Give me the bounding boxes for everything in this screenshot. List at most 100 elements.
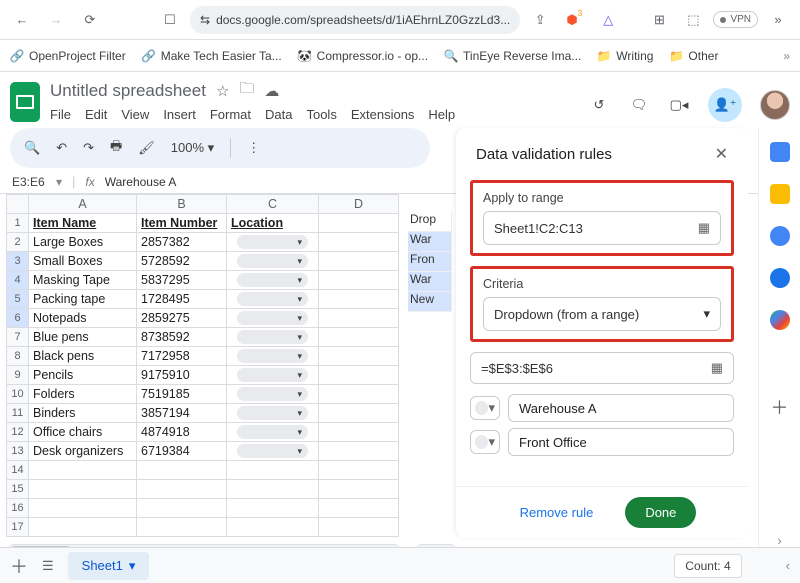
- row-header[interactable]: 16: [7, 499, 29, 518]
- select-all-cell[interactable]: [7, 195, 29, 214]
- cell[interactable]: [137, 518, 227, 537]
- cell[interactable]: [319, 442, 399, 461]
- cell[interactable]: 6719384: [137, 442, 227, 461]
- menu-tools[interactable]: Tools: [306, 107, 336, 122]
- vpn-badge[interactable]: VPN: [713, 11, 758, 28]
- explore-icon[interactable]: ‹: [786, 558, 790, 573]
- bookmark-item[interactable]: 🔗OpenProject Filter: [10, 49, 126, 63]
- cell[interactable]: Folders: [29, 385, 137, 404]
- url-bar[interactable]: ⇆ docs.google.com/spreadsheets/d/1iAEhrn…: [190, 6, 520, 34]
- grid-select-icon[interactable]: ▦: [698, 220, 710, 236]
- cell[interactable]: [137, 499, 227, 518]
- row-header[interactable]: 12: [7, 423, 29, 442]
- keep-icon[interactable]: [770, 184, 790, 204]
- cell[interactable]: [319, 366, 399, 385]
- menu-help[interactable]: Help: [428, 107, 455, 122]
- cell[interactable]: [29, 499, 137, 518]
- cell[interactable]: [227, 461, 319, 480]
- row-header[interactable]: 14: [7, 461, 29, 480]
- bookmarks-overflow[interactable]: »: [783, 49, 790, 63]
- extension-icon[interactable]: ⊞: [645, 6, 673, 34]
- cell[interactable]: [319, 233, 399, 252]
- cell[interactable]: Small Boxes: [29, 252, 137, 271]
- remove-rule-button[interactable]: Remove rule: [508, 497, 606, 528]
- cell[interactable]: [319, 328, 399, 347]
- cell[interactable]: Masking Tape: [29, 271, 137, 290]
- bookmark-folder[interactable]: 📁Writing: [597, 49, 653, 63]
- row-header[interactable]: 5: [7, 290, 29, 309]
- cell[interactable]: [319, 385, 399, 404]
- cell[interactable]: 4874918: [137, 423, 227, 442]
- grid-select-icon[interactable]: ▦: [711, 360, 723, 376]
- dropdown-cell[interactable]: [227, 442, 319, 461]
- cell[interactable]: [319, 518, 399, 537]
- back-button[interactable]: ←: [8, 6, 36, 34]
- cell[interactable]: [29, 461, 137, 480]
- cell[interactable]: [319, 271, 399, 290]
- cell[interactable]: 7519185: [137, 385, 227, 404]
- dropdown-cell[interactable]: [227, 252, 319, 271]
- row-header[interactable]: 15: [7, 480, 29, 499]
- bookmark-folder[interactable]: 📁Other: [669, 49, 718, 63]
- forward-button[interactable]: →: [42, 6, 70, 34]
- dropdown-cell[interactable]: [227, 328, 319, 347]
- cell[interactable]: [319, 480, 399, 499]
- selection-count[interactable]: Count: 4: [674, 554, 741, 578]
- cell[interactable]: [319, 347, 399, 366]
- row-header[interactable]: 9: [7, 366, 29, 385]
- cell[interactable]: 2859275: [137, 309, 227, 328]
- menu-data[interactable]: Data: [265, 107, 292, 122]
- apply-range-input[interactable]: Sheet1!C2:C13 ▦: [483, 211, 721, 245]
- row-header[interactable]: 17: [7, 518, 29, 537]
- col-header[interactable]: D: [319, 195, 399, 214]
- share-button[interactable]: 👤⁺: [708, 88, 742, 122]
- cell[interactable]: Fron: [408, 252, 452, 272]
- cell[interactable]: 3857194: [137, 404, 227, 423]
- star-icon[interactable]: ☆: [216, 82, 229, 100]
- paint-format-icon[interactable]: 🖌: [138, 140, 155, 156]
- cell[interactable]: Packing tape: [29, 290, 137, 309]
- option-color-picker[interactable]: ▾: [470, 396, 500, 420]
- cell[interactable]: [319, 499, 399, 518]
- menu-edit[interactable]: Edit: [85, 107, 107, 122]
- comments-icon[interactable]: 🗨: [628, 94, 650, 116]
- tasks-icon[interactable]: [770, 226, 790, 246]
- cell[interactable]: 2857382: [137, 233, 227, 252]
- cell[interactable]: 5837295: [137, 271, 227, 290]
- row-header[interactable]: 11: [7, 404, 29, 423]
- cell[interactable]: Binders: [29, 404, 137, 423]
- cloud-status-icon[interactable]: ☁: [264, 82, 279, 100]
- redo-icon[interactable]: ↷: [83, 140, 94, 156]
- row-header[interactable]: 13: [7, 442, 29, 461]
- close-icon[interactable]: ✕: [715, 144, 728, 164]
- dropdown-cell[interactable]: [227, 271, 319, 290]
- menu-insert[interactable]: Insert: [163, 107, 196, 122]
- col-header[interactable]: C: [227, 195, 319, 214]
- menu-view[interactable]: View: [121, 107, 149, 122]
- row-header[interactable]: 7: [7, 328, 29, 347]
- cell[interactable]: Black pens: [29, 347, 137, 366]
- cell[interactable]: 8738592: [137, 328, 227, 347]
- doc-title[interactable]: Untitled spreadsheet: [50, 81, 206, 101]
- add-sheet-icon[interactable]: ＋: [10, 553, 28, 579]
- dropdown-cell[interactable]: [227, 423, 319, 442]
- move-icon[interactable]: 🗀: [239, 78, 254, 103]
- reload-button[interactable]: ⟳: [76, 6, 104, 34]
- download-icon[interactable]: ⬚: [679, 6, 707, 34]
- cell[interactable]: [29, 480, 137, 499]
- cell[interactable]: [319, 404, 399, 423]
- cell[interactable]: Office chairs: [29, 423, 137, 442]
- menu-extensions[interactable]: Extensions: [351, 107, 415, 122]
- row-header[interactable]: 3: [7, 252, 29, 271]
- share-icon[interactable]: ⇪: [526, 6, 554, 34]
- cell[interactable]: New: [408, 292, 452, 312]
- menu-file[interactable]: File: [50, 107, 71, 122]
- done-button[interactable]: Done: [625, 497, 696, 528]
- contacts-icon[interactable]: [770, 268, 790, 288]
- cell[interactable]: Notepads: [29, 309, 137, 328]
- row-header[interactable]: 4: [7, 271, 29, 290]
- cell[interactable]: [227, 480, 319, 499]
- criteria-select[interactable]: Dropdown (from a range) ▾: [483, 297, 721, 331]
- dropdown-cell[interactable]: [227, 404, 319, 423]
- brave-icon[interactable]: △: [594, 6, 622, 34]
